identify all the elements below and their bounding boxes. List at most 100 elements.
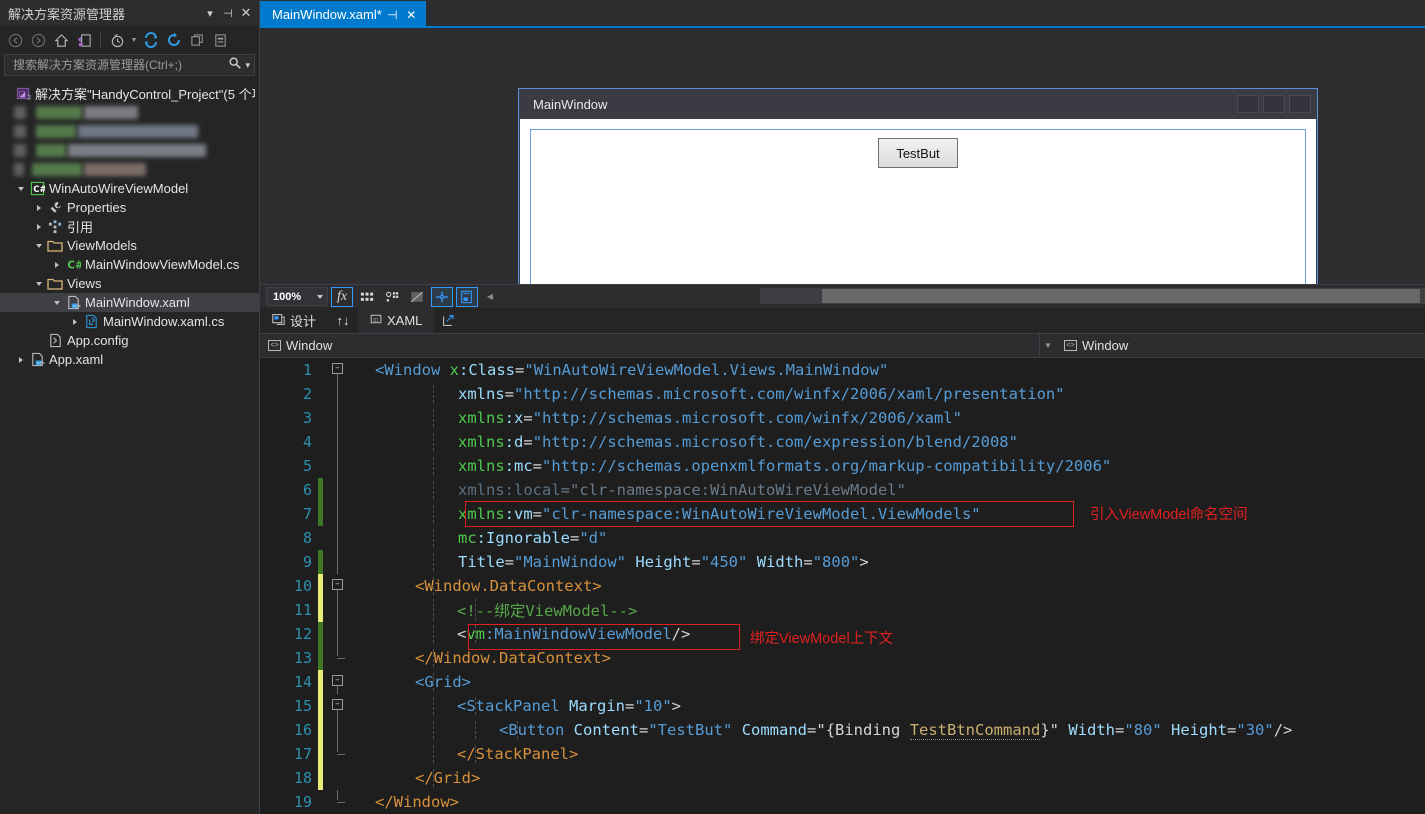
search-icon[interactable] <box>228 56 242 75</box>
code-text[interactable]: xmlns:vm="clr-namespace:WinAutoWireViewM… <box>351 505 981 523</box>
home-icon[interactable] <box>50 29 72 51</box>
refresh-icon[interactable] <box>140 29 162 51</box>
code-line[interactable]: 10 – <Window.DataContext> <box>260 574 1425 598</box>
tree-item-properties[interactable]: Properties <box>0 198 259 217</box>
tree-item-viewmodels-folder[interactable]: ViewModels <box>0 236 259 255</box>
pending-changes-icon[interactable] <box>106 29 128 51</box>
panel-pin-icon[interactable]: ⊣ <box>219 4 237 22</box>
solution-explorer-search[interactable]: ▾ <box>4 54 255 76</box>
back-icon[interactable] <box>4 29 26 51</box>
code-text[interactable]: </Window> <box>351 793 459 811</box>
pending-changes-caret-icon[interactable]: ▼ <box>129 29 139 51</box>
tree-item-references[interactable]: 引用 <box>0 217 259 236</box>
code-text[interactable]: Title="MainWindow" Height="450" Width="8… <box>351 553 869 571</box>
snap-grid-icon[interactable] <box>381 287 403 307</box>
tab-design-view[interactable]: 设计 <box>260 308 328 333</box>
panel-close-icon[interactable]: ✕ <box>237 4 255 22</box>
collapse-toggle-icon[interactable]: – <box>332 363 343 374</box>
annotations-icon[interactable] <box>456 286 478 307</box>
outlining-margin[interactable] <box>329 526 351 550</box>
swap-panes-icon[interactable]: ↑↓ <box>328 308 358 333</box>
code-text[interactable]: <Grid> <box>351 673 471 691</box>
navbar-caret-icon[interactable]: ▼ <box>1040 334 1056 357</box>
tab-pin-icon[interactable]: ⊣ <box>384 6 401 23</box>
code-line[interactable]: 8 mc:Ignorable="d" <box>260 526 1425 550</box>
outlining-margin[interactable]: – <box>329 574 351 598</box>
tab-xaml-view[interactable]: ◫ XAML <box>358 308 435 333</box>
tree-item-mainwindowviewmodel-cs[interactable]: C# MainWindowViewModel.cs <box>0 255 259 274</box>
show-all-files-icon[interactable] <box>186 29 208 51</box>
outlining-margin[interactable] <box>329 790 351 814</box>
code-text[interactable]: <StackPanel Margin="10"> <box>351 697 681 715</box>
code-text[interactable]: <Button Content="TestBut" Command="{Bind… <box>351 721 1292 740</box>
tree-item-blurred[interactable] <box>0 103 259 122</box>
tab-close-icon[interactable]: ✕ <box>403 6 420 23</box>
code-text[interactable]: </Grid> <box>351 769 480 787</box>
grid-rails-icon[interactable] <box>356 287 378 307</box>
search-dropdown-icon[interactable]: ▾ <box>245 60 250 71</box>
tab-mainwindow-xaml[interactable]: MainWindow.xaml* ⊣ ✕ <box>260 1 426 28</box>
code-text[interactable]: xmlns="http://schemas.microsoft.com/winf… <box>351 385 1065 403</box>
outlining-margin[interactable] <box>329 718 351 742</box>
outlining-margin[interactable] <box>329 382 351 406</box>
navbar-left-dropdown[interactable]: <> Window <box>260 334 1040 357</box>
snaplines-icon[interactable] <box>431 286 453 307</box>
code-line[interactable]: 7 xmlns:vm="clr-namespace:WinAutoWireView… <box>260 502 1425 526</box>
search-input[interactable] <box>11 57 229 73</box>
code-text[interactable]: xmlns:d="http://schemas.microsoft.com/ex… <box>351 433 1018 451</box>
designer-horizontal-scrollbar[interactable] <box>760 288 1425 304</box>
code-text[interactable]: mc:Ignorable="d" <box>351 529 607 547</box>
xaml-designer-surface[interactable]: MainWindow TestBut <box>260 28 1425 284</box>
collapse-all-icon[interactable] <box>163 29 185 51</box>
code-text[interactable]: xmlns:local="clr-namespace:WinAutoWireVi… <box>351 481 906 499</box>
code-line[interactable]: 3 xmlns:x="http://schemas.microsoft.com/w… <box>260 406 1425 430</box>
zoom-level-combobox[interactable]: 100% <box>266 287 328 306</box>
outlining-margin[interactable] <box>329 430 351 454</box>
code-line[interactable]: 17 </StackPanel> <box>260 742 1425 766</box>
toolbar-overflow-icon[interactable]: ◀ <box>482 287 498 307</box>
outlining-margin[interactable] <box>329 478 351 502</box>
sync-with-active-document-icon[interactable] <box>73 29 95 51</box>
code-line[interactable]: 11 <!--绑定ViewModel--> <box>260 598 1425 622</box>
tree-item-mainwindow-xaml[interactable]: </> MainWindow.xaml <box>0 293 259 312</box>
tree-item-blurred[interactable] <box>0 160 259 179</box>
tree-item-winautowireviewmodel[interactable]: C# WinAutoWireViewModel <box>0 179 259 198</box>
outlining-margin[interactable]: – <box>329 358 351 382</box>
artboard-background-icon[interactable] <box>406 287 428 307</box>
twisty-collapsed[interactable] <box>14 356 28 363</box>
outlining-margin[interactable] <box>329 646 351 670</box>
code-line[interactable]: 1– <Window x:Class="WinAutoWireViewModel.… <box>260 358 1425 382</box>
collapse-toggle-icon[interactable]: – <box>332 699 343 710</box>
outlining-margin[interactable] <box>329 454 351 478</box>
preview-stackpanel[interactable]: TestBut <box>530 129 1306 284</box>
twisty-collapsed[interactable] <box>32 204 46 211</box>
code-text[interactable]: xmlns:mc="http://schemas.openxmlformats.… <box>351 457 1111 475</box>
code-line[interactable]: 13 </Window.DataContext> <box>260 646 1425 670</box>
tree-item-blurred[interactable] <box>0 141 259 160</box>
outlining-margin[interactable] <box>329 766 351 790</box>
twisty-expanded[interactable] <box>32 281 46 286</box>
outlining-margin[interactable] <box>329 598 351 622</box>
twisty-expanded[interactable] <box>32 243 46 248</box>
twisty-collapsed[interactable] <box>32 223 46 230</box>
outlining-margin[interactable]: – <box>329 670 351 694</box>
code-line[interactable]: 18 </Grid> <box>260 766 1425 790</box>
outlining-margin[interactable] <box>329 502 351 526</box>
code-text[interactable]: <vm:MainWindowViewModel/> <box>351 625 690 643</box>
tree-item-solution[interactable]: ◪ 解决方案"HandyControl_Project"(5 个项 <box>0 84 259 103</box>
collapse-toggle-icon[interactable]: – <box>332 579 343 590</box>
panel-dropdown-icon[interactable]: ▾ <box>201 4 219 22</box>
forward-icon[interactable] <box>27 29 49 51</box>
code-line[interactable]: 6 xmlns:local="clr-namespace:WinAutoWireV… <box>260 478 1425 502</box>
xaml-code-editor[interactable]: 1– <Window x:Class="WinAutoWireViewModel.… <box>260 358 1425 814</box>
outlining-margin[interactable]: – <box>329 694 351 718</box>
outlining-margin[interactable] <box>329 550 351 574</box>
outlining-margin[interactable] <box>329 742 351 766</box>
twisty-expanded[interactable] <box>14 186 28 191</box>
chevron-down-icon[interactable] <box>317 294 323 299</box>
twisty-collapsed[interactable] <box>50 261 64 268</box>
outlining-margin[interactable] <box>329 622 351 646</box>
preview-testbut-button[interactable]: TestBut <box>878 138 958 168</box>
collapse-toggle-icon[interactable]: – <box>332 675 343 686</box>
code-line[interactable]: 15– <StackPanel Margin="10"> <box>260 694 1425 718</box>
